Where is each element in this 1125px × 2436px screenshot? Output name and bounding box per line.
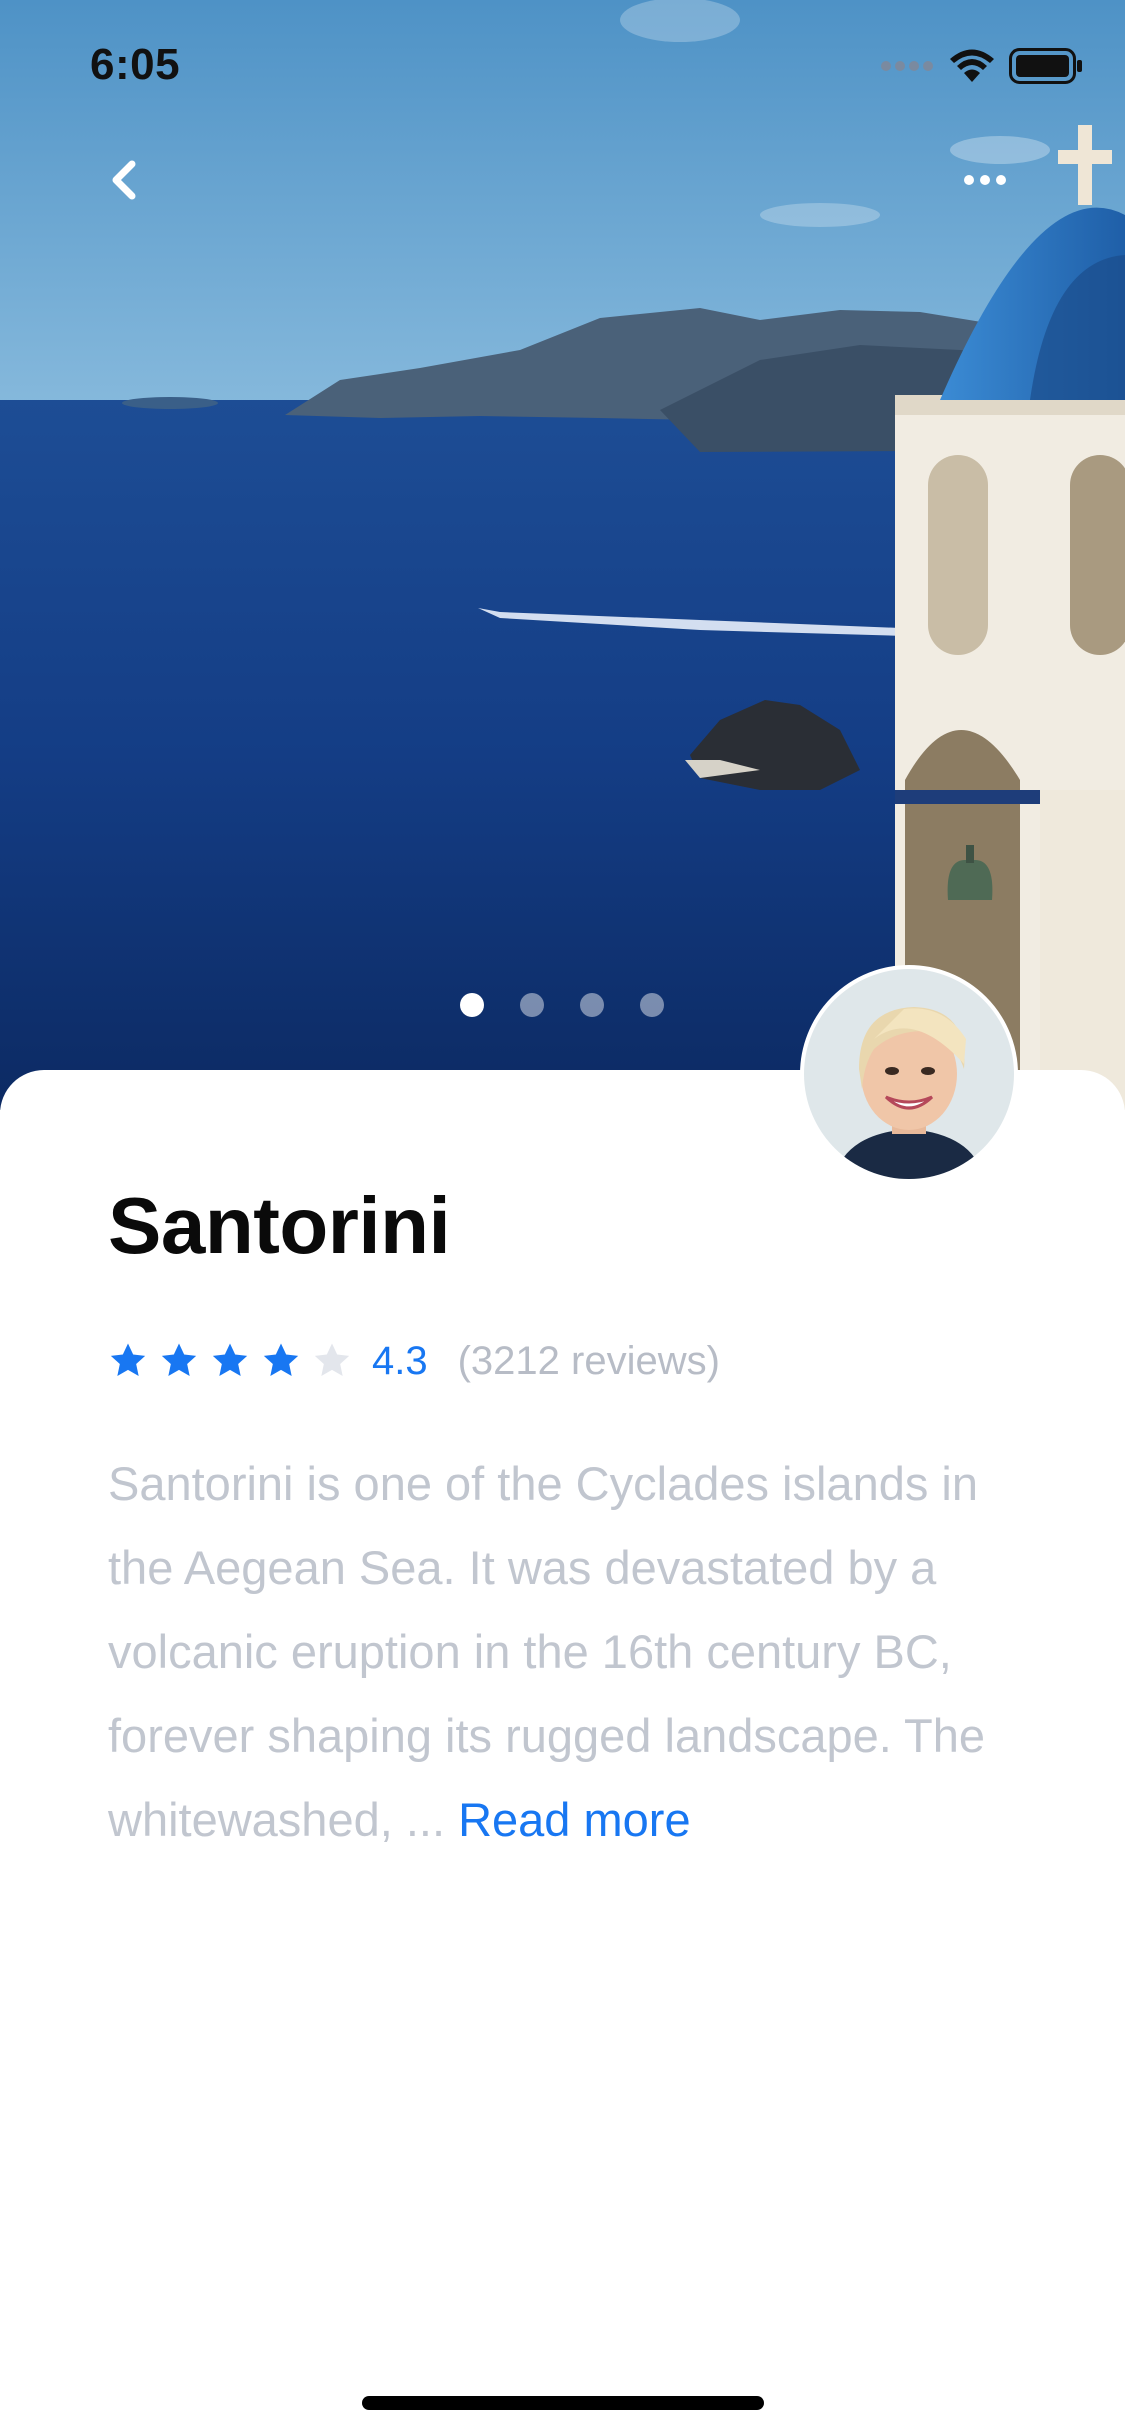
star-filled-icon [261,1341,301,1381]
place-description: Santorini is one of the Cyclades islands… [108,1442,1028,1862]
chevron-left-icon [112,160,136,200]
status-time: 6:05 [90,40,181,89]
rating-row: 4.3 (3212 reviews) [108,1335,720,1387]
gallery-pager[interactable] [460,993,664,1017]
description-text: Santorini is one of the Cyclades islands… [108,1457,986,1846]
status-icons [881,48,1083,89]
star-filled-icon [108,1341,148,1381]
signal-icon [881,59,935,78]
pager-dot[interactable] [520,993,544,1017]
avatar[interactable] [800,965,1018,1183]
wifi-icon [949,48,995,89]
read-more-link[interactable]: Read more [458,1793,691,1846]
star-empty-icon [312,1341,352,1381]
star-filled-icon [159,1341,199,1381]
pager-dot[interactable] [580,993,604,1017]
pager-dot[interactable] [460,993,484,1017]
rating-value: 4.3 [372,1338,428,1383]
ellipsis-icon [964,175,1006,185]
place-detail-screen: 6:05 Santorini 4.3 (3212 reviews) Santor… [0,0,1125,2436]
place-title: Santorini [108,1181,451,1270]
star-rating [108,1341,352,1381]
star-filled-icon [210,1341,250,1381]
home-indicator[interactable] [362,2396,764,2410]
more-options-button[interactable] [955,160,1015,200]
review-count[interactable]: (3212 reviews) [458,1339,720,1384]
battery-icon [1009,48,1083,89]
back-button[interactable] [96,150,156,210]
pager-dot[interactable] [640,993,664,1017]
